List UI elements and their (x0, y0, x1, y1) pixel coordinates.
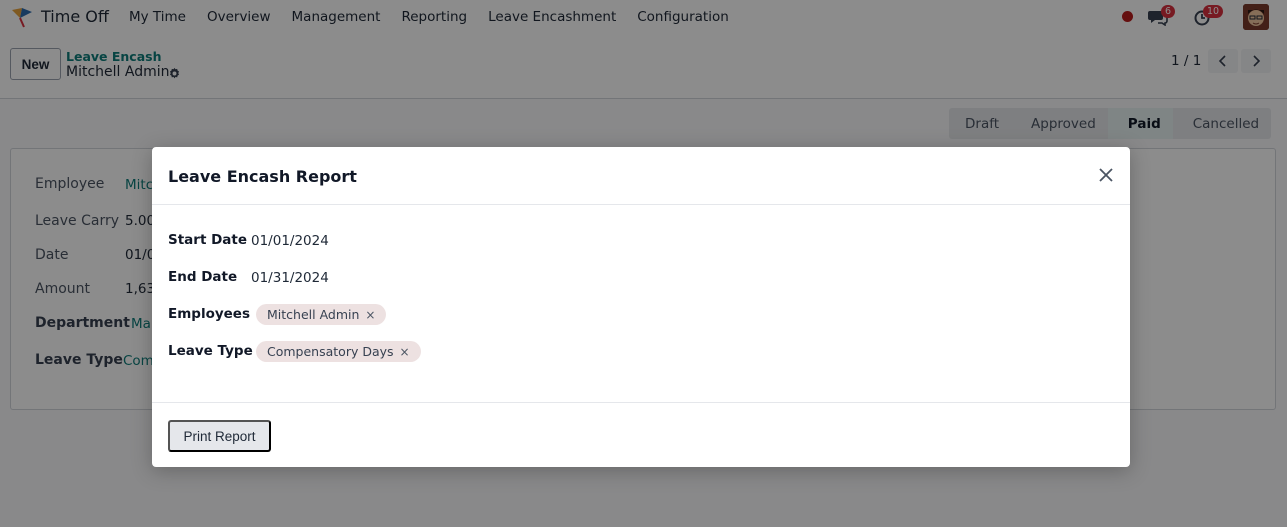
dialog-footer: Print Report (152, 402, 1130, 467)
employee-tag: Mitchell Admin × (256, 304, 387, 325)
remove-tag-icon[interactable]: × (365, 308, 375, 322)
dialog-title: Leave Encash Report (168, 167, 357, 186)
employee-tag-label: Mitchell Admin (267, 307, 360, 322)
employees-label: Employees (168, 306, 251, 322)
start-date-field[interactable]: 01/01/2024 (251, 233, 329, 249)
leave-type-label: Leave Type (168, 343, 253, 359)
close-icon[interactable] (1097, 166, 1115, 184)
end-date-field[interactable]: 01/31/2024 (251, 270, 329, 286)
leave-type-tag-label: Compensatory Days (267, 344, 394, 359)
end-date-label: End Date (168, 269, 238, 285)
remove-tag-icon[interactable]: × (400, 345, 410, 359)
leave-encash-report-dialog: Leave Encash Report Start Date 01/01/202… (152, 147, 1130, 467)
leave-type-tag: Compensatory Days × (256, 341, 421, 362)
print-report-button[interactable]: Print Report (168, 420, 271, 452)
start-date-label: Start Date (168, 232, 248, 248)
dialog-header: Leave Encash Report (152, 147, 1130, 205)
